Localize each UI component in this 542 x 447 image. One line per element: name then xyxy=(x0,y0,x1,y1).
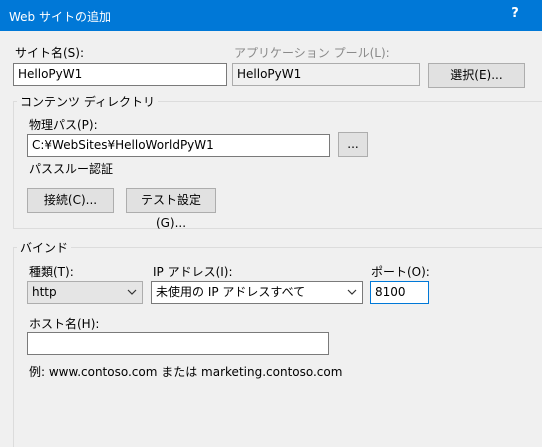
passthrough-auth-label: パススルー認証 xyxy=(29,162,114,176)
binding-type-select[interactable]: http xyxy=(27,281,143,304)
ip-address-label: IP アドレス(I): xyxy=(153,265,233,279)
chevron-down-icon xyxy=(127,289,137,295)
select-app-pool-button[interactable]: 選択(E)... xyxy=(428,63,525,88)
window-title: Web サイトの追加 xyxy=(9,10,111,24)
physical-path-input[interactable]: C:¥WebSites¥HelloWorldPyW1 xyxy=(27,134,330,157)
connect-as-button[interactable]: 接続(C)... xyxy=(27,188,114,213)
ip-address-select[interactable]: 未使用の IP アドレスすべて xyxy=(151,281,363,304)
binding-type-value: http xyxy=(32,285,57,299)
title-bar: Web サイトの追加 ? xyxy=(0,0,542,31)
site-name-label: サイト名(S): xyxy=(15,46,85,60)
physical-path-label: 物理パス(P): xyxy=(29,118,98,132)
port-label: ポート(O): xyxy=(371,265,430,279)
binding-type-label: 種類(T): xyxy=(29,265,74,279)
site-name-input[interactable]: HelloPyW1 xyxy=(13,63,227,86)
content-directory-title: コンテンツ ディレクトリ xyxy=(17,93,158,110)
host-name-example: 例: www.contoso.com または marketing.contoso… xyxy=(29,365,343,379)
app-pool-label: アプリケーション プール(L): xyxy=(234,46,390,60)
chevron-down-icon xyxy=(347,289,357,295)
app-pool-field: HelloPyW1 xyxy=(232,63,420,86)
host-name-label: ホスト名(H): xyxy=(29,317,100,331)
ip-address-value: 未使用の IP アドレスすべて xyxy=(156,285,306,299)
help-button[interactable]: ? xyxy=(508,6,522,21)
host-name-input[interactable] xyxy=(27,332,329,355)
browse-button[interactable]: ... xyxy=(338,132,368,157)
binding-title: バインド xyxy=(17,239,72,256)
port-input[interactable]: 8100 xyxy=(370,281,429,304)
test-settings-button[interactable]: テスト設定(G)... xyxy=(126,188,216,230)
